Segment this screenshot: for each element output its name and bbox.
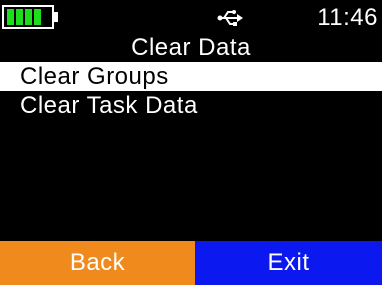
battery-icon [2, 5, 54, 29]
usb-icon [217, 10, 243, 26]
status-bar: 11:46 [0, 0, 382, 36]
menu-list: Clear Groups Clear Task Data [0, 62, 382, 120]
back-button[interactable]: Back [0, 241, 195, 285]
battery-cell [25, 9, 32, 25]
softkey-bar: Back Exit [0, 241, 382, 285]
clock: 11:46 [317, 4, 378, 31]
page-title: Clear Data [131, 34, 251, 61]
exit-button[interactable]: Exit [195, 241, 382, 285]
menu-item-clear-groups[interactable]: Clear Groups [0, 62, 382, 91]
battery-terminal [54, 12, 58, 22]
battery-cell [16, 9, 23, 25]
device-screen: 11:46 Clear Data Clear Groups Clear Task… [0, 0, 382, 285]
battery-cell [34, 9, 41, 25]
battery-cell [7, 9, 14, 25]
menu-item-clear-task-data[interactable]: Clear Task Data [0, 91, 382, 120]
